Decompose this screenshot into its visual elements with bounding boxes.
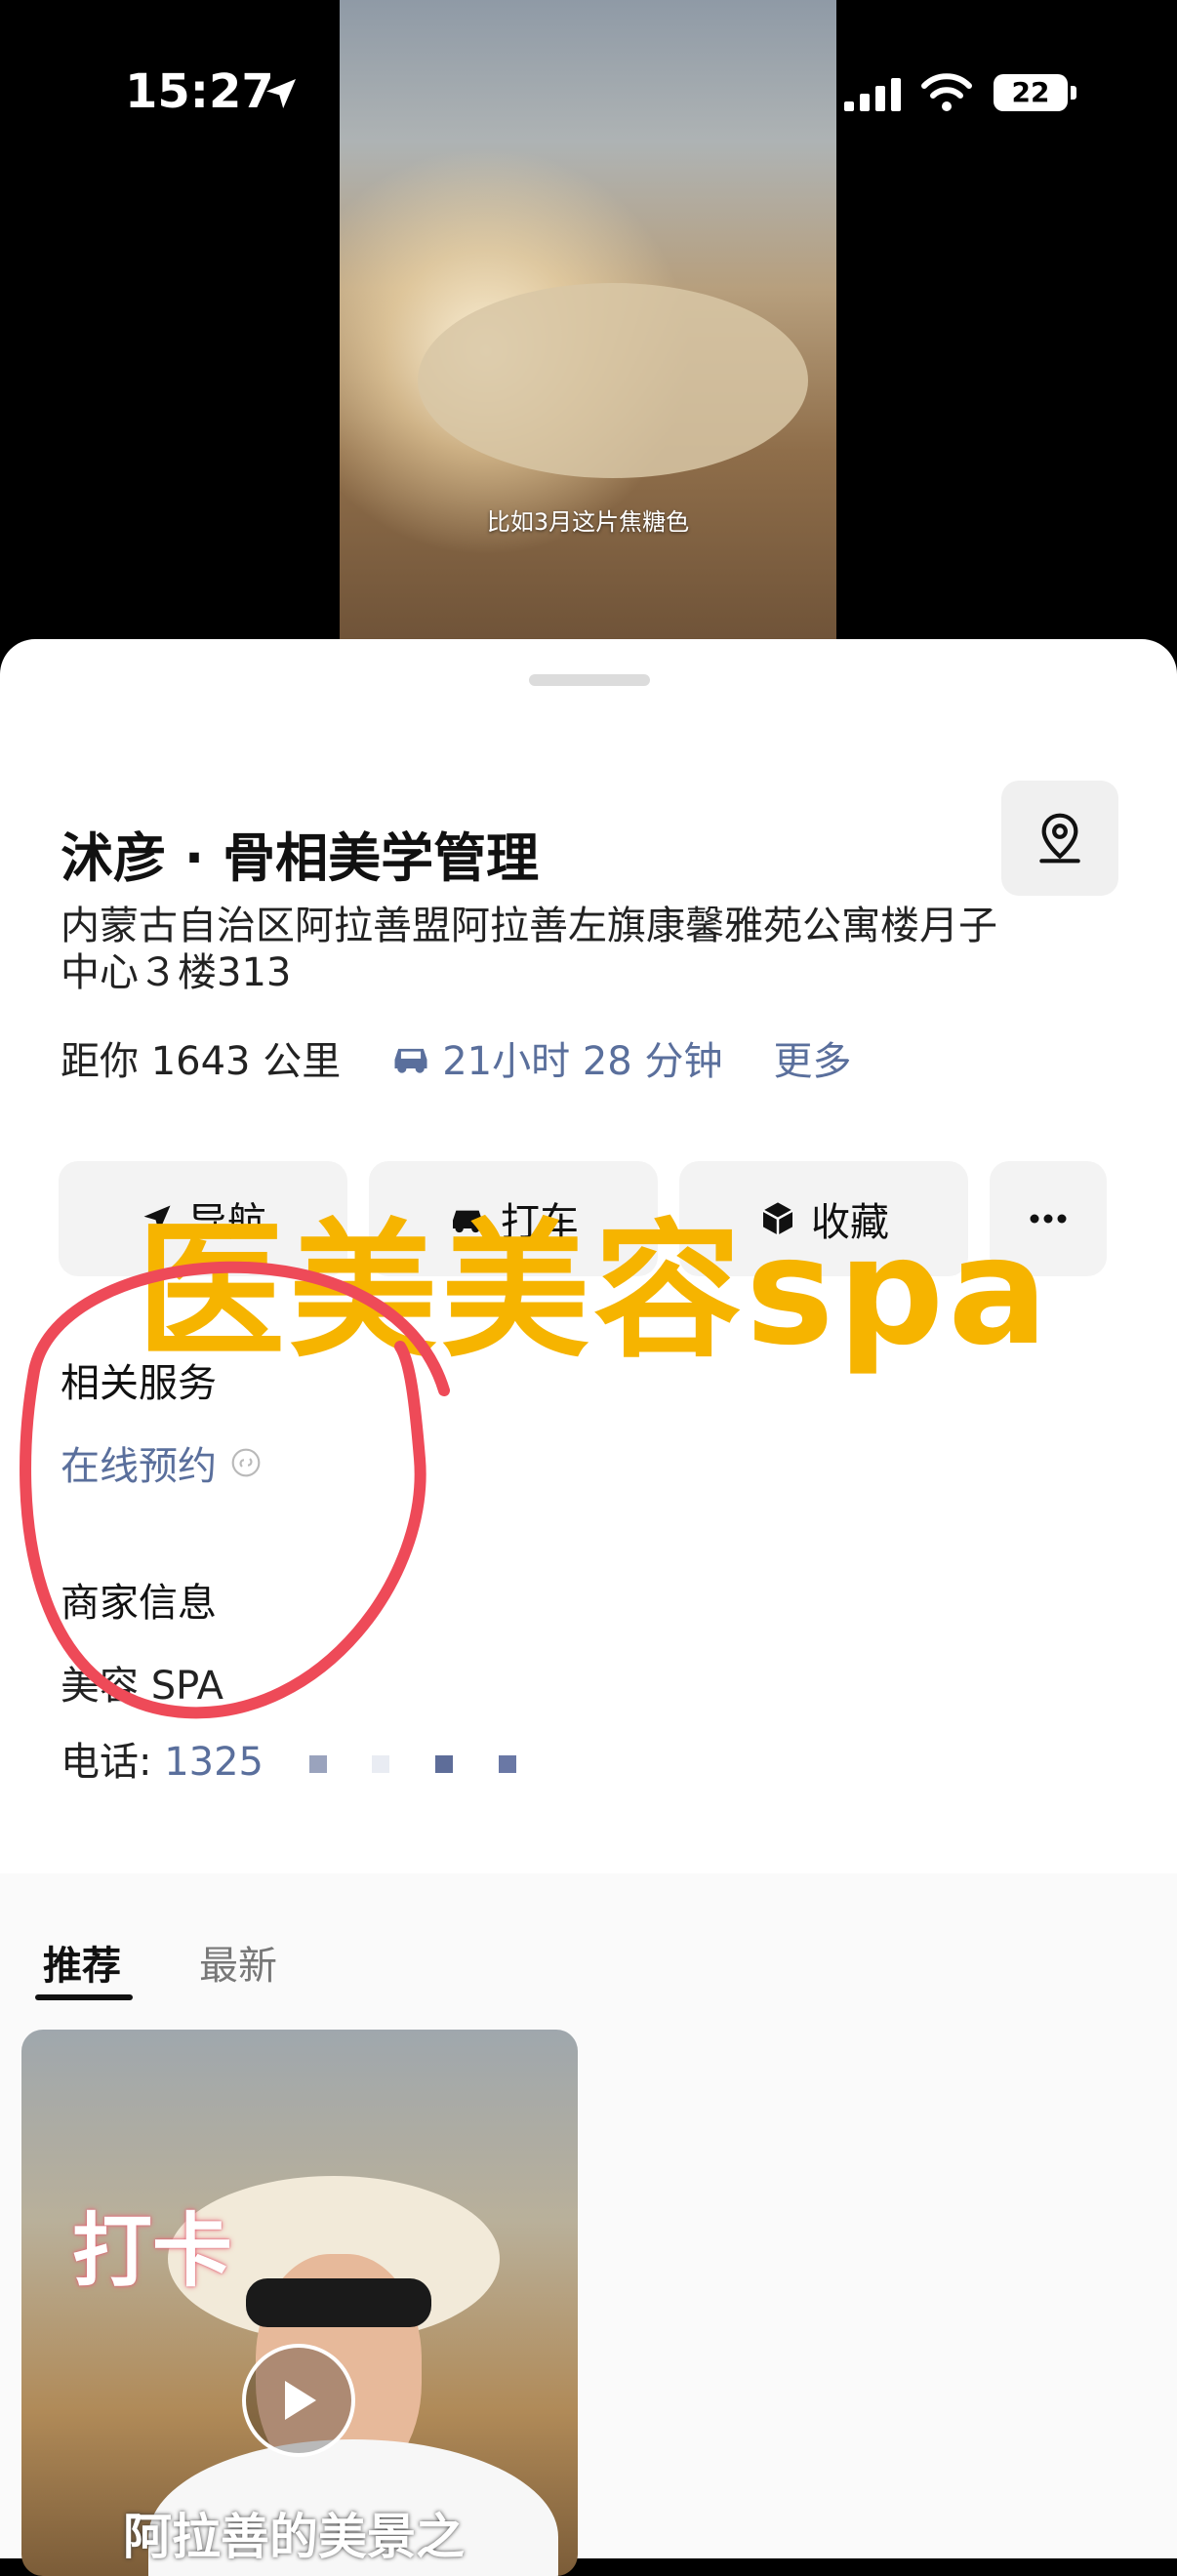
annotation-circle xyxy=(20,1261,450,1719)
more-link[interactable]: 更多 xyxy=(773,1029,851,1086)
redaction-block xyxy=(308,1755,327,1773)
distance-text: 距你 1643 公里 xyxy=(61,1039,342,1084)
drive-time-link[interactable]: 21小时 28 分钟 xyxy=(389,1029,722,1086)
content-feed: 推荐 最新 打卡 阿拉善的美景之 xyxy=(0,1873,1177,2576)
battery-nub xyxy=(1071,86,1076,100)
battery-indicator: 22 xyxy=(994,74,1068,111)
card-sunglasses-shape xyxy=(246,2278,431,2327)
phone-number-link[interactable]: 1325 xyxy=(164,1740,264,1785)
car-icon xyxy=(394,1048,427,1073)
card-title: 阿拉善的美景之 xyxy=(123,2509,465,2565)
sheet-grab-handle[interactable] xyxy=(529,674,650,686)
map-location-button[interactable] xyxy=(1001,781,1118,896)
place-address: 内蒙古自治区阿拉善盟阿拉善左旗康馨雅苑公寓楼月子中心３楼313 xyxy=(61,904,997,995)
redaction-block xyxy=(372,1755,390,1773)
card-sticker-text: 打卡 xyxy=(72,2205,233,2298)
status-bar: 15:27 22 xyxy=(0,0,1177,119)
redaction-block xyxy=(435,1755,454,1773)
map-pin-icon xyxy=(1039,813,1080,864)
distance-row: 距你 1643 公里 21小时 28 分钟 更多 xyxy=(61,1029,851,1086)
cellular-signal-icon xyxy=(844,78,901,111)
status-time: 15:27 xyxy=(125,64,274,119)
phone-label: 电话: xyxy=(61,1740,165,1785)
tab-recommended[interactable]: 推荐 xyxy=(43,1934,121,1991)
drive-time-text: 21小时 28 分钟 xyxy=(442,1039,723,1084)
location-arrow-icon xyxy=(266,79,296,108)
video-hat-shape xyxy=(418,283,808,478)
play-icon[interactable] xyxy=(242,2344,355,2457)
place-name: 沭彦 · 骨相美学管理 xyxy=(61,827,540,889)
tab-latest[interactable]: 最新 xyxy=(199,1934,277,1991)
active-tab-underline xyxy=(35,1994,133,2000)
redaction-block xyxy=(498,1755,516,1773)
video-card[interactable]: 打卡 阿拉善的美景之 xyxy=(21,2030,578,2576)
wifi-icon xyxy=(921,73,972,111)
video-caption: 比如3月这片焦糖色 xyxy=(486,508,690,536)
